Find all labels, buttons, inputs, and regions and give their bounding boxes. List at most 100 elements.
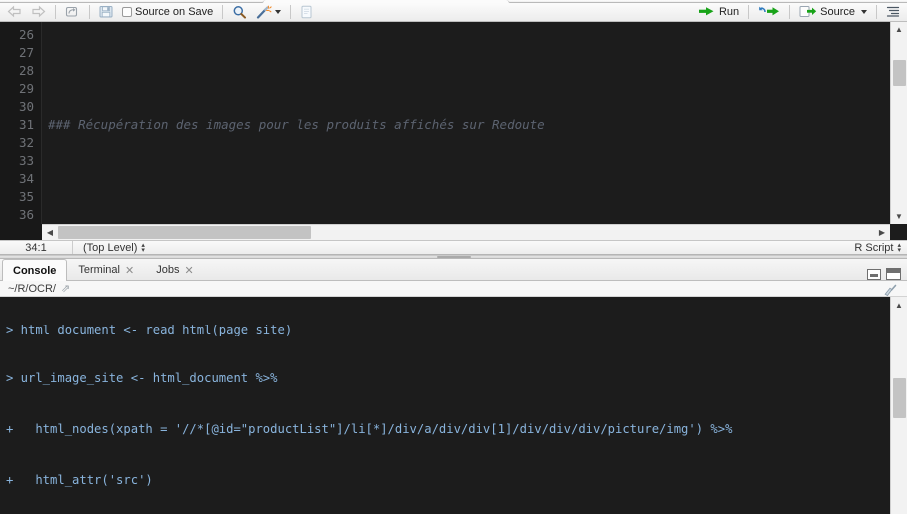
tab-terminal[interactable]: Terminal ✕ (67, 259, 145, 280)
toolbar-separator-1 (55, 4, 56, 19)
toolbar-separator-7 (876, 4, 877, 19)
source-on-save-toggle[interactable]: Source on Save (119, 3, 216, 21)
scope-label: (Top Level) (83, 241, 138, 254)
line-number: 28 (18, 62, 34, 78)
source-button[interactable]: Source (796, 3, 870, 21)
line-number: 31 (18, 116, 34, 132)
console-text[interactable]: > html_document <- read_html(page_site) … (0, 297, 890, 514)
open-directory-icon[interactable]: ⇗ (61, 282, 70, 295)
console-vertical-scrollbar[interactable]: ▲ ▼ (890, 297, 907, 514)
console-tabstrip: Console Terminal ✕ Jobs ✕ (0, 259, 907, 281)
scrollbar-corner (890, 224, 907, 240)
toolbar-separator-3 (222, 4, 224, 19)
doc-type-label: R Script (854, 241, 894, 254)
tab-terminal-label: Terminal (78, 264, 120, 276)
scroll-up-icon[interactable]: ▲ (891, 297, 907, 313)
document-outline-button[interactable] (883, 3, 903, 21)
editor-toolbar: Source on Save Run Source (0, 2, 907, 22)
editor-line-numbers: 26 27 28 29 30 31 32 33 34 35 36 37 38 (0, 21, 42, 224)
source-icon (799, 5, 817, 18)
scroll-right-icon[interactable]: ▶ (874, 225, 890, 240)
show-in-new-window-button[interactable] (62, 3, 83, 21)
scroll-down-icon[interactable]: ▼ (891, 208, 907, 224)
rerun-button[interactable] (755, 3, 783, 21)
run-icon (698, 5, 716, 18)
line-number: 29 (18, 80, 34, 96)
compile-report-icon (300, 5, 313, 19)
toolbar-separator-6 (789, 4, 791, 19)
editor-horizontal-scrollbar[interactable]: ◀ ▶ (42, 224, 890, 240)
console-line: + html_attr('src') (6, 473, 153, 487)
editor-hscroll-thumb[interactable] (58, 226, 311, 239)
source-pane: Source on Save Run Source 26 27 28 29 30… (0, 0, 907, 255)
source-on-save-label: Source on Save (135, 5, 214, 18)
doc-type-chevron-icon[interactable]: ▴ ▾ (897, 242, 901, 254)
source-status-bar: 34:1 (Top Level) ▴ ▾ R Script ▴ ▾ (0, 240, 907, 255)
doc-type-selector[interactable]: R Script ▴ ▾ (854, 242, 907, 254)
broom-clear-console-icon[interactable] (883, 284, 899, 298)
save-icon (99, 5, 113, 18)
line-number: 36 (18, 206, 34, 222)
minimize-pane-icon[interactable] (867, 268, 881, 280)
editor-vscroll-track[interactable] (891, 38, 907, 208)
line-number: 27 (18, 44, 34, 60)
rstudio-window: Source on Save Run Source 26 27 28 29 30… (0, 0, 907, 514)
editor-code-area[interactable]: 26 27 28 29 30 31 32 33 34 35 36 37 38 #… (0, 21, 907, 224)
save-button[interactable] (96, 3, 116, 21)
console-line-partial: > html_document <- read_html(page_site) (6, 325, 293, 336)
editor-vertical-scrollbar[interactable]: ▲ ▼ (890, 21, 907, 224)
line-number: 26 (18, 26, 34, 42)
line-number: 34 (18, 170, 34, 186)
tab-jobs[interactable]: Jobs ✕ (145, 259, 204, 280)
forward-arrow-icon (31, 5, 46, 18)
forward-button[interactable] (28, 3, 49, 21)
compile-report-button[interactable] (297, 3, 316, 21)
tab-console-label: Console (13, 264, 57, 277)
console-working-directory: ~/R/OCR/ ⇗ (0, 281, 907, 297)
chevron-down-icon[interactable] (275, 9, 282, 14)
console-vscroll-track[interactable] (891, 313, 907, 514)
console-line: + html_nodes(xpath = '//*[@id="productLi… (6, 422, 733, 436)
scroll-up-icon[interactable]: ▲ (891, 22, 907, 38)
editor-hscroll-row: ◀ ▶ (0, 224, 907, 240)
code-tools-button[interactable] (253, 3, 284, 21)
source-on-save-checkbox[interactable] (122, 6, 132, 17)
line-number: 35 (18, 188, 34, 204)
maximize-pane-icon[interactable] (886, 268, 901, 280)
editor-hscroll-track[interactable] (58, 225, 874, 240)
console-line: > url_image_site <- html_document %>% (6, 371, 278, 385)
working-dir-label[interactable]: ~/R/OCR/ (8, 283, 56, 295)
document-outline-icon (886, 5, 900, 18)
code-line-27: ### Récupération des images pour les pro… (48, 116, 545, 132)
toolbar-separator-2 (89, 4, 90, 19)
tab-jobs-label: Jobs (156, 264, 180, 276)
cursor-position: 34:1 (25, 241, 47, 254)
scroll-left-icon[interactable]: ◀ (42, 225, 58, 240)
splitter-grip[interactable] (436, 256, 471, 258)
console-pane: Console Terminal ✕ Jobs ✕ ~/R/OCR/ ⇗ > h… (0, 259, 907, 514)
scope-chevron-icon[interactable]: ▴ ▾ (141, 242, 145, 254)
scope-selector[interactable]: (Top Level) ▴ ▾ (73, 242, 145, 254)
source-label: Source (820, 5, 855, 18)
editor-code-text[interactable]: ### Récupération des images pour les pro… (42, 21, 907, 224)
magnifier-icon (232, 5, 247, 19)
console-output-area[interactable]: > html_document <- read_html(page_site) … (0, 297, 907, 514)
show-in-new-window-icon (65, 5, 80, 18)
run-button[interactable]: Run (695, 3, 742, 21)
line-number: 30 (18, 98, 34, 114)
editor-vscroll-thumb[interactable] (892, 59, 906, 86)
close-icon[interactable]: ✕ (125, 264, 134, 277)
run-label: Run (718, 5, 740, 18)
tab-console[interactable]: Console (2, 259, 68, 281)
chevron-down-icon[interactable] (861, 9, 867, 14)
close-icon[interactable]: ✕ (184, 264, 193, 277)
hscroll-gutter-spacer (0, 224, 42, 240)
find-replace-button[interactable] (229, 3, 250, 21)
code-tools-wand-icon (256, 5, 272, 19)
console-vscroll-thumb[interactable] (892, 378, 906, 418)
line-number: 32 (18, 134, 34, 150)
line-number: 33 (18, 152, 34, 168)
back-button[interactable] (4, 3, 25, 21)
